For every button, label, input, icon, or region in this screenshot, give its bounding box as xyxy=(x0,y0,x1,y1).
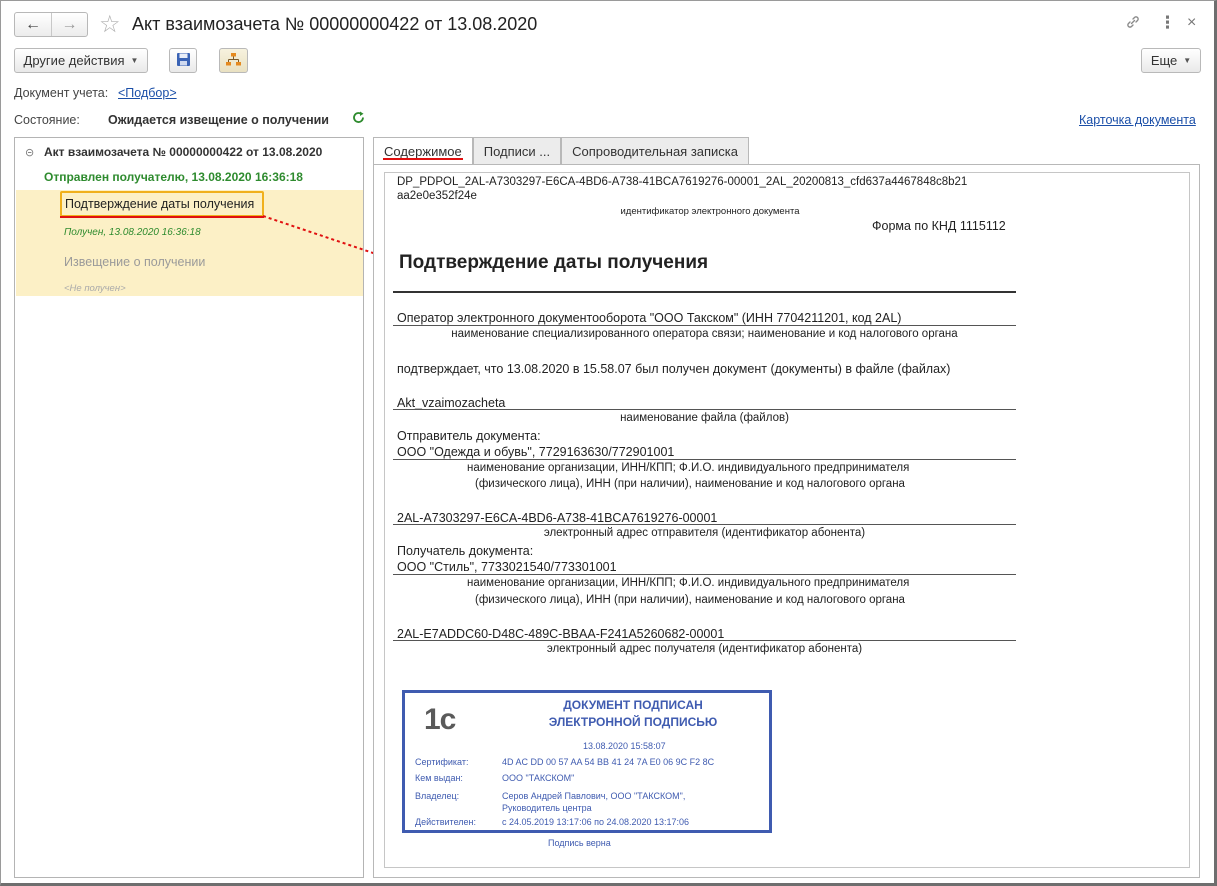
operator-rule xyxy=(393,325,1016,326)
operator-value: Оператор электронного документооборота "… xyxy=(397,311,902,325)
doc-heading: Подтверждение даты получения xyxy=(399,252,709,273)
doc-account-link[interactable]: <Подбор> xyxy=(118,86,177,100)
stamp-cert-label: Сертификат: xyxy=(415,757,469,767)
recipient-value: ООО "Стиль", 7733021540/773301001 xyxy=(397,560,617,574)
structure-button[interactable] xyxy=(219,48,248,73)
recipient-address-rule xyxy=(393,640,1016,641)
recipient-label: Получатель документа: xyxy=(397,544,534,558)
recipient-org-caption2: (физического лица), ИНН (при наличии), н… xyxy=(475,594,905,606)
tree-root-item[interactable]: Акт взаимозачета № 00000000422 от 13.08.… xyxy=(44,145,322,159)
recipient-org-caption1: наименование организации, ИНН/КПП; Ф.И.О… xyxy=(467,577,910,589)
status-label: Состояние: xyxy=(14,113,80,127)
sender-org-caption2: (физического лица), ИНН (при наличии), н… xyxy=(475,478,905,490)
1c-logo: 1с xyxy=(424,703,456,736)
stamp-title2: ЭЛЕКТРОННОЙ ПОДПИСЬЮ xyxy=(548,715,718,729)
sender-address-rule xyxy=(393,524,1016,525)
doc-id-line1: DP_PDPOL_2AL-A7303297-E6CA-4BD6-A738-41B… xyxy=(397,176,968,188)
tree-confirm-label: Подтверждение даты получения xyxy=(65,197,255,211)
floppy-disk-icon xyxy=(176,52,191,70)
stamp-valid-value: с 24.05.2019 13:17:06 по 24.08.2020 13:1… xyxy=(502,817,690,827)
stamp-issued-label: Кем выдан: xyxy=(415,773,463,783)
nav-buttons: ← → xyxy=(14,12,88,37)
operator-caption: наименование специализированного операто… xyxy=(451,328,958,340)
back-arrow-icon[interactable]: ← xyxy=(15,13,51,36)
tab-cover-note[interactable]: Сопроводительная записка xyxy=(561,137,750,164)
chevron-down-icon: ▼ xyxy=(1183,56,1192,65)
tree-notice-status: <Не получен> xyxy=(64,283,126,294)
other-actions-label: Другие действия xyxy=(23,53,125,68)
tab-signatures[interactable]: Подписи ... xyxy=(472,137,562,164)
signature-verified: Подпись верна xyxy=(548,838,611,848)
link-icon[interactable] xyxy=(1125,14,1141,35)
close-icon[interactable]: × xyxy=(1187,14,1196,32)
stamp-valid-label: Действителен: xyxy=(415,817,477,827)
hierarchy-icon xyxy=(225,52,242,70)
doc-id-line2: aa2e0e352f24e xyxy=(397,190,477,202)
stamp-owner-value2: Руководитель центра xyxy=(502,803,592,813)
collapse-icon[interactable]: ⊝ xyxy=(25,146,34,159)
sender-address: 2AL-A7303297-E6CA-4BD6-A738-41BCA7619276… xyxy=(397,511,718,525)
favorite-star-icon[interactable]: ☆ xyxy=(99,10,121,39)
recipient-rule xyxy=(393,574,1016,575)
tree-confirm-item[interactable]: Подтверждение даты получения xyxy=(60,191,264,217)
heading-rule xyxy=(393,291,1016,293)
other-actions-button[interactable]: Другие действия ▼ xyxy=(14,48,148,73)
status-value: Ожидается извещение о получении xyxy=(108,113,329,127)
refresh-icon[interactable] xyxy=(351,110,366,128)
sender-org-caption1: наименование организации, ИНН/КПП; Ф.И.О… xyxy=(467,462,910,474)
tree-confirm-status: Получен, 13.08.2020 16:36:18 xyxy=(64,227,201,238)
tree-notice-item[interactable]: Извещение о получении xyxy=(64,255,205,269)
save-button[interactable] xyxy=(169,48,197,73)
file-caption: наименование файла (файлов) xyxy=(620,412,789,424)
more-label: Еще xyxy=(1150,53,1178,68)
chevron-down-icon: ▼ xyxy=(130,56,139,65)
sender-rule xyxy=(393,459,1016,460)
stamp-datetime: 13.08.2020 15:58:07 xyxy=(583,741,666,751)
recipient-address: 2AL-E7ADDC60-D48C-489C-BBAA-F241A5260682… xyxy=(397,627,725,641)
stamp-issued-value: ООО "ТАКСКОМ" xyxy=(502,773,575,783)
confirms-text: подтверждает, что 13.08.2020 в 15.58.07 … xyxy=(397,362,951,376)
sender-value: ООО "Одежда и обувь", 7729163630/7729010… xyxy=(397,445,675,459)
stamp-owner-value1: Серов Андрей Павлович, ООО "ТАКСКОМ", xyxy=(502,791,686,801)
recipient-address-caption: электронный адрес получателя (идентифика… xyxy=(546,643,863,655)
more-menu-icon[interactable]: ⋮ xyxy=(1159,13,1176,33)
stamp-title1: ДОКУМЕНТ ПОДПИСАН xyxy=(563,698,703,712)
window-title: Акт взаимозачета № 00000000422 от 13.08.… xyxy=(132,14,538,34)
sender-address-caption: электронный адрес отправителя (идентифик… xyxy=(543,527,866,539)
tree-sent-status: Отправлен получателю, 13.08.2020 16:36:1… xyxy=(44,170,303,184)
form-code: Форма по КНД 1115112 xyxy=(872,219,1006,233)
file-rule xyxy=(393,409,1016,410)
file-name: Akt_vzaimozacheta xyxy=(397,396,506,410)
doc-id-caption: идентификатор электронного документа xyxy=(620,206,800,217)
doc-card-link[interactable]: Карточка документа xyxy=(1079,113,1196,127)
stamp-cert-value: 4D AC DD 00 57 AA 54 BB 41 24 7A E0 06 9… xyxy=(502,757,715,767)
forward-arrow-icon[interactable]: → xyxy=(51,13,87,36)
sender-label: Отправитель документа: xyxy=(397,429,541,443)
tab-annotation-underline xyxy=(383,158,463,160)
stamp-owner-label: Владелец: xyxy=(415,791,460,801)
more-button[interactable]: Еще ▼ xyxy=(1141,48,1201,73)
annotation-underline xyxy=(60,216,264,218)
doc-account-label: Документ учета: xyxy=(14,86,109,100)
